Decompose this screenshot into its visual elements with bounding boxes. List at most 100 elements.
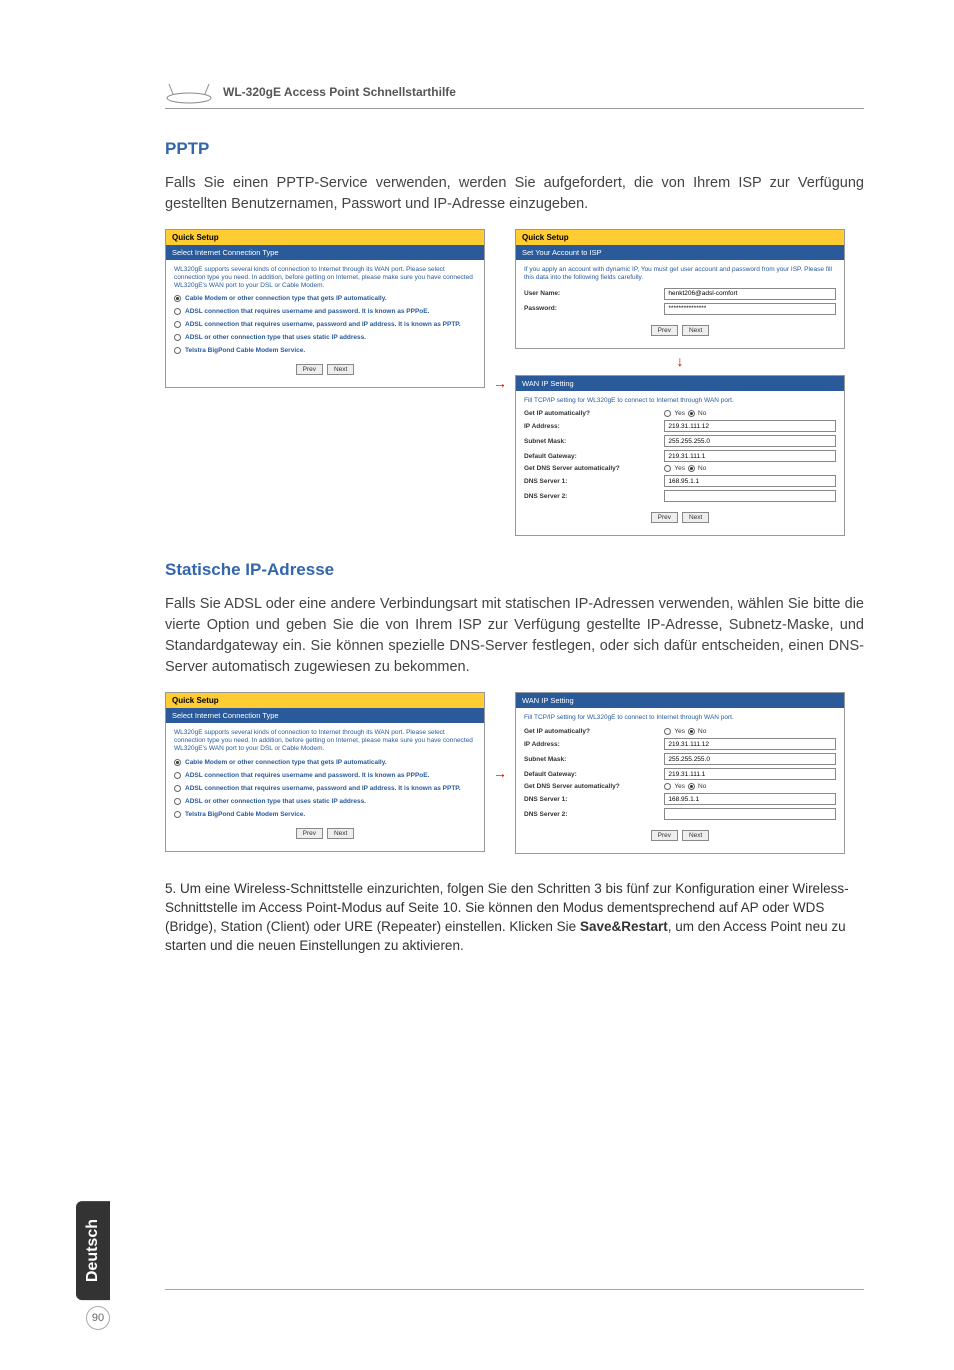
gateway-label: Default Gateway:: [524, 771, 664, 778]
get-ip-label: Get IP automatically?: [524, 410, 664, 417]
pptp-heading: PPTP: [165, 139, 864, 159]
opt-pppoe[interactable]: ADSL connection that requires username a…: [174, 772, 476, 779]
next-button[interactable]: Next: [682, 830, 709, 841]
ip-input[interactable]: [664, 738, 836, 750]
radio-icon: [664, 465, 671, 472]
radio-icon: [664, 410, 671, 417]
opt-pppoe[interactable]: ADSL connection that requires username a…: [174, 308, 476, 315]
static-ip-panels: Quick Setup Select Internet Connection T…: [165, 692, 864, 854]
dns1-input[interactable]: [664, 475, 836, 487]
username-label: User Name:: [524, 290, 664, 297]
dns1-label: DNS Server 1:: [524, 796, 664, 803]
quick-setup-desc-2: WL320gE supports several kinds of connec…: [174, 729, 476, 752]
ip-label: IP Address:: [524, 423, 664, 430]
subnet-input[interactable]: [664, 435, 836, 447]
get-ip-radios[interactable]: Yes No: [664, 728, 836, 735]
radio-icon: [688, 465, 695, 472]
quick-setup-panel-2: Quick Setup Select Internet Connection T…: [165, 692, 485, 851]
dns2-label: DNS Server 2:: [524, 811, 664, 818]
opt-cable-modem[interactable]: Cable Modem or other connection type tha…: [174, 759, 476, 766]
quick-setup-desc: WL320gE supports several kinds of connec…: [174, 266, 476, 289]
username-input[interactable]: [664, 288, 836, 300]
radio-icon: [688, 410, 695, 417]
get-dns-label: Get DNS Server automatically?: [524, 465, 664, 472]
password-input[interactable]: [664, 303, 836, 315]
radio-icon: [174, 785, 181, 792]
step-5-text: 5. Um eine Wireless-Schnittstelle einzur…: [165, 880, 864, 956]
quick-setup-panel: Quick Setup Select Internet Connection T…: [165, 229, 485, 388]
isp-quick-setup-header: Quick Setup: [516, 230, 844, 245]
subnet-label: Subnet Mask:: [524, 438, 664, 445]
radio-icon: [174, 321, 181, 328]
arrow-right-icon: →: [493, 375, 507, 391]
opt-cable-modem[interactable]: Cable Modem or other connection type tha…: [174, 295, 476, 302]
prev-button[interactable]: Prev: [296, 828, 323, 839]
next-button[interactable]: Next: [327, 828, 354, 839]
router-icon: [165, 80, 213, 104]
wan-ip-desc: Fill TCP/IP setting for WL320gE to conne…: [524, 397, 836, 405]
gateway-input[interactable]: [664, 768, 836, 780]
get-ip-radios[interactable]: Yes No: [664, 410, 836, 417]
wan-ip-subheader-2: WAN IP Setting: [516, 693, 844, 708]
ip-input[interactable]: [664, 420, 836, 432]
pptp-body: Falls Sie einen PPTP-Service verwenden, …: [165, 173, 864, 215]
dns2-label: DNS Server 2:: [524, 493, 664, 500]
arrow-right-icon: →: [493, 765, 507, 781]
password-label: Password:: [524, 305, 664, 312]
radio-icon: [664, 783, 671, 790]
dns2-input[interactable]: [664, 808, 836, 820]
prev-button[interactable]: Prev: [296, 364, 323, 375]
wan-ip-desc-2: Fill TCP/IP setting for WL320gE to conne…: [524, 714, 836, 722]
select-connection-subheader-2: Select Internet Connection Type: [166, 708, 484, 723]
prev-button[interactable]: Prev: [651, 325, 678, 336]
next-button[interactable]: Next: [327, 364, 354, 375]
radio-icon: [174, 308, 181, 315]
gateway-label: Default Gateway:: [524, 453, 664, 460]
page-number: 90: [86, 1306, 110, 1330]
wan-ip-subheader: WAN IP Setting: [516, 376, 844, 391]
subnet-input[interactable]: [664, 753, 836, 765]
get-dns-radios[interactable]: Yes No: [664, 465, 836, 472]
get-ip-label: Get IP automatically?: [524, 728, 664, 735]
dns1-label: DNS Server 1:: [524, 478, 664, 485]
document-title: WL-320gE Access Point Schnellstarthilfe: [223, 85, 456, 99]
radio-icon: [174, 295, 181, 302]
isp-account-subheader: Set Your Account to ISP: [516, 245, 844, 260]
document-header: WL-320gE Access Point Schnellstarthilfe: [165, 80, 864, 109]
radio-icon: [174, 759, 181, 766]
subnet-label: Subnet Mask:: [524, 756, 664, 763]
get-dns-radios[interactable]: Yes No: [664, 783, 836, 790]
opt-static-ip[interactable]: ADSL or other connection type that uses …: [174, 334, 476, 341]
opt-pptp[interactable]: ADSL connection that requires username, …: [174, 785, 476, 792]
opt-static-ip[interactable]: ADSL or other connection type that uses …: [174, 798, 476, 805]
prev-button[interactable]: Prev: [651, 512, 678, 523]
isp-account-desc: If you apply an account with dynamic IP,…: [524, 266, 836, 282]
prev-button[interactable]: Prev: [651, 830, 678, 841]
static-ip-body: Falls Sie ADSL oder eine andere Verbindu…: [165, 594, 864, 678]
wan-ip-panel-2: WAN IP Setting Fill TCP/IP setting for W…: [515, 692, 845, 854]
next-button[interactable]: Next: [682, 512, 709, 523]
radio-icon: [688, 783, 695, 790]
radio-icon: [174, 347, 181, 354]
footer-rule: [165, 1289, 864, 1290]
save-restart-label: Save&Restart: [580, 919, 668, 934]
radio-icon: [174, 798, 181, 805]
radio-icon: [688, 728, 695, 735]
quick-setup-header-2: Quick Setup: [166, 693, 484, 708]
opt-pptp[interactable]: ADSL connection that requires username, …: [174, 321, 476, 328]
isp-account-panel: Quick Setup Set Your Account to ISP If y…: [515, 229, 845, 349]
dns2-input[interactable]: [664, 490, 836, 502]
opt-bigpond[interactable]: Telstra BigPond Cable Modem Service.: [174, 347, 476, 354]
radio-icon: [664, 728, 671, 735]
ip-label: IP Address:: [524, 741, 664, 748]
pptp-panels: Quick Setup Select Internet Connection T…: [165, 229, 864, 536]
get-dns-label: Get DNS Server automatically?: [524, 783, 664, 790]
radio-icon: [174, 811, 181, 818]
static-ip-heading: Statische IP-Adresse: [165, 560, 864, 580]
next-button[interactable]: Next: [682, 325, 709, 336]
quick-setup-header: Quick Setup: [166, 230, 484, 245]
opt-bigpond[interactable]: Telstra BigPond Cable Modem Service.: [174, 811, 476, 818]
dns1-input[interactable]: [664, 793, 836, 805]
radio-icon: [174, 772, 181, 779]
gateway-input[interactable]: [664, 450, 836, 462]
